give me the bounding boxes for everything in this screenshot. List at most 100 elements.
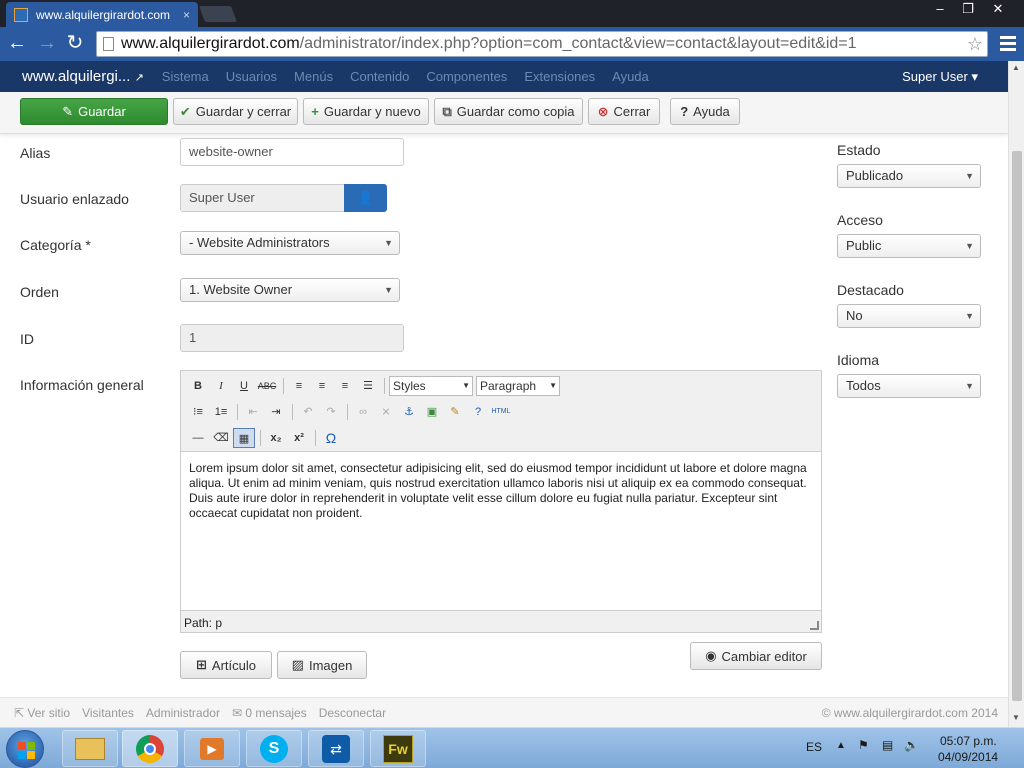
admin-link[interactable]: Administrador [146, 706, 220, 720]
teamviewer-icon[interactable]: ⇄ [308, 730, 364, 767]
html-source-icon[interactable]: HTML [490, 402, 512, 422]
styles-select[interactable]: Styles ▼ [389, 376, 473, 396]
help-button[interactable]: ? Ayuda [670, 98, 740, 125]
redo-icon[interactable]: ↷ [320, 402, 342, 422]
strikethrough-icon[interactable]: ABC [256, 376, 278, 396]
anchor-icon[interactable]: ⚓ [398, 402, 420, 422]
scroll-down-icon[interactable]: ▼ [1012, 713, 1020, 722]
windows-start-icon[interactable] [6, 730, 44, 768]
help-label: Ayuda [693, 104, 730, 119]
logout-link[interactable]: Desconectar [319, 706, 386, 720]
page-scrollbar[interactable]: ▲ ▼ [1008, 61, 1024, 727]
featured-select[interactable]: No ▼ [837, 304, 981, 328]
nav-usuarios[interactable]: Usuarios [226, 69, 277, 84]
order-select[interactable]: 1. Website Owner ▼ [180, 278, 400, 302]
featured-label: Destacado [837, 282, 904, 298]
cleanup-icon[interactable]: ✎ [444, 402, 466, 422]
insert-image-icon[interactable]: ▣ [421, 402, 443, 422]
nav-componentes[interactable]: Componentes [426, 69, 507, 84]
horizontal-rule-icon[interactable]: — [187, 428, 209, 448]
alias-input[interactable]: website-owner [180, 138, 404, 166]
access-select[interactable]: Public ▼ [837, 234, 981, 258]
image-button[interactable]: ▨ Imagen [277, 651, 367, 679]
nav-sistema[interactable]: Sistema [162, 69, 209, 84]
toggle-editor-button[interactable]: ◉ Cambiar editor [690, 642, 822, 670]
reload-icon[interactable]: ↻ [62, 31, 88, 57]
chrome-menu-icon[interactable] [996, 33, 1020, 55]
flag-icon[interactable]: ⚑ [858, 738, 869, 752]
forward-icon[interactable]: → [34, 31, 60, 57]
add-article-icon: ⊞ [196, 657, 207, 672]
close-label: Cerrar [613, 104, 651, 119]
site-brand-link[interactable]: www.alquilergi... ↗ [22, 68, 144, 85]
media-player-icon[interactable]: ▶ [184, 730, 240, 767]
language-select[interactable]: Todos ▼ [837, 374, 981, 398]
skype-icon[interactable]: S [246, 730, 302, 767]
undo-icon[interactable]: ↶ [297, 402, 319, 422]
editor-content[interactable]: Lorem ipsum dolor sit amet, consectetur … [181, 451, 821, 611]
save-button[interactable]: ✎ Guardar [20, 98, 168, 125]
resize-grip-icon[interactable] [810, 621, 819, 630]
align-right-icon[interactable]: ≡ [334, 376, 356, 396]
visual-aid-icon[interactable]: ▦ [233, 428, 255, 448]
user-menu[interactable]: Super User ▾ [902, 69, 978, 85]
superscript-icon[interactable]: x² [288, 428, 310, 448]
remove-format-icon[interactable]: ⌫ [210, 428, 232, 448]
underline-icon[interactable]: U [233, 376, 255, 396]
nav-contenido[interactable]: Contenido [350, 69, 409, 84]
bullet-list-icon[interactable]: ⁝≡ [187, 402, 209, 422]
save-close-button[interactable]: ✔ Guardar y cerrar [173, 98, 298, 125]
tab-close-icon[interactable]: × [183, 8, 190, 22]
browser-tab[interactable]: www.alquilergirardot.com × [6, 2, 198, 27]
image-label: Imagen [308, 657, 353, 673]
minimize-icon[interactable]: – [926, 0, 954, 20]
save-copy-button[interactable]: ⧉ Guardar como copia [434, 98, 583, 125]
view-site-link[interactable]: ⇱ Ver sitio [14, 706, 70, 720]
clock-time[interactable]: 05:07 p.m. [940, 734, 997, 748]
subscript-icon[interactable]: x₂ [265, 428, 287, 448]
numbered-list-icon[interactable]: 1≡ [210, 402, 232, 422]
align-left-icon[interactable]: ≡ [288, 376, 310, 396]
scrollbar-thumb[interactable] [1012, 151, 1022, 701]
visitors-link[interactable]: Visitantes [82, 706, 134, 720]
save-new-button[interactable]: + Guardar y nuevo [303, 98, 429, 125]
bookmark-star-icon[interactable]: ☆ [967, 32, 983, 56]
link-icon[interactable]: ∞ [352, 402, 374, 422]
fireworks-icon[interactable]: Fw [370, 730, 426, 767]
language-indicator[interactable]: ES [806, 740, 822, 754]
file-explorer-icon[interactable] [62, 730, 118, 767]
network-icon[interactable]: ▤ [882, 738, 893, 752]
close-button[interactable]: ⊗ Cerrar [588, 98, 660, 125]
italic-icon[interactable]: I [210, 376, 232, 396]
format-select[interactable]: Paragraph ▼ [476, 376, 560, 396]
save-copy-label: Guardar como copia [456, 104, 575, 119]
bold-icon[interactable]: B [187, 376, 209, 396]
outdent-icon[interactable]: ⇤ [242, 402, 264, 422]
nav-extensiones[interactable]: Extensiones [524, 69, 595, 84]
nav-menus[interactable]: Menús [294, 69, 333, 84]
scroll-up-icon[interactable]: ▲ [1012, 63, 1020, 72]
clock-date[interactable]: 04/09/2014 [938, 750, 998, 764]
category-select[interactable]: - Website Administrators ▼ [180, 231, 400, 255]
tray-expand-icon[interactable]: ▲ [836, 740, 846, 751]
status-select[interactable]: Publicado ▼ [837, 164, 981, 188]
indent-icon[interactable]: ⇥ [265, 402, 287, 422]
address-bar[interactable]: www.alquilergirardot.com/administrator/i… [96, 31, 988, 57]
help-icon[interactable]: ? [467, 402, 489, 422]
align-center-icon[interactable]: ≡ [311, 376, 333, 396]
select-user-button[interactable]: 👤 [344, 184, 387, 212]
messages-link[interactable]: ✉ 0 mensajes [232, 706, 307, 720]
unlink-icon[interactable]: ⨯ [375, 402, 397, 422]
back-icon[interactable]: ← [4, 31, 30, 57]
align-justify-icon[interactable]: ☰ [357, 376, 379, 396]
new-tab-button[interactable] [199, 6, 237, 22]
picture-icon: ▨ [291, 657, 304, 672]
article-button[interactable]: ⊞ Artículo [180, 651, 272, 679]
nav-ayuda[interactable]: Ayuda [612, 69, 649, 84]
volume-icon[interactable]: 🔈 [904, 738, 919, 752]
view-site-label: Ver sitio [27, 705, 71, 720]
close-window-icon[interactable]: ✕ [984, 0, 1012, 20]
special-char-icon[interactable]: Ω [320, 428, 342, 448]
chrome-icon[interactable] [122, 730, 178, 767]
restore-icon[interactable]: ❐ [954, 0, 982, 20]
